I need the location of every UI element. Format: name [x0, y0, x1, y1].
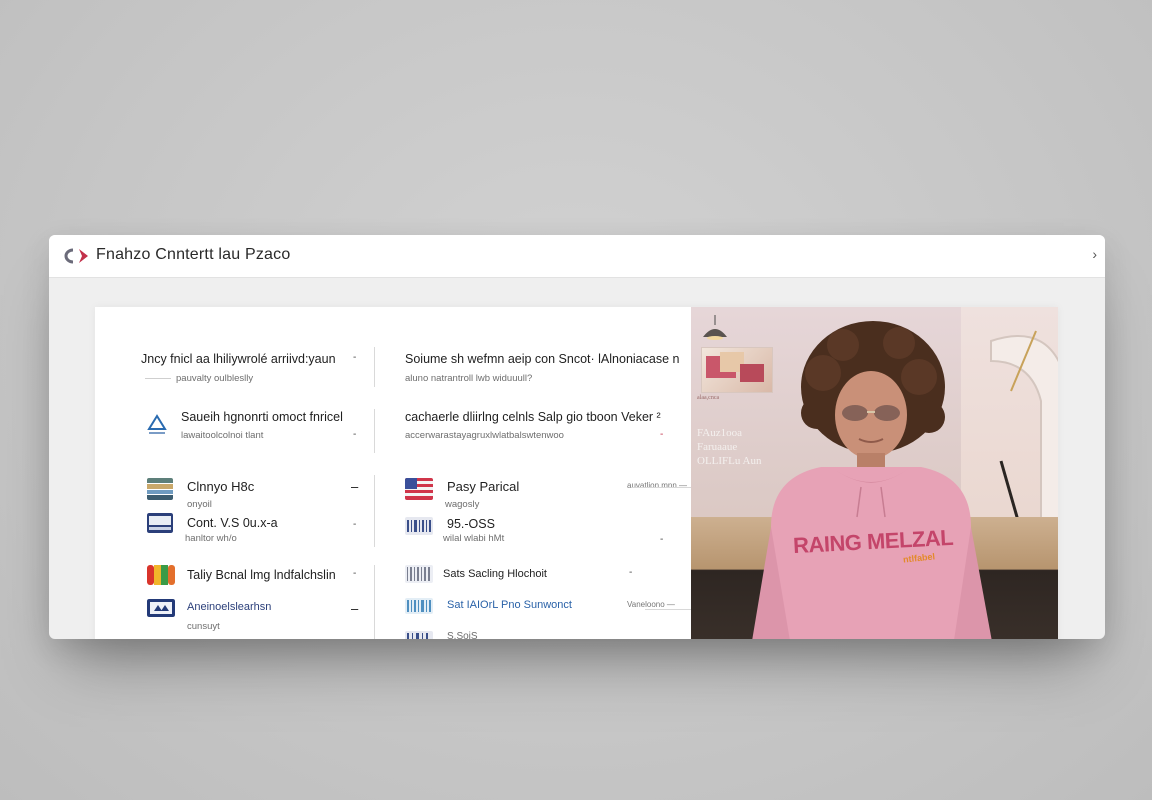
chevron-right-icon[interactable]: › — [1092, 246, 1097, 262]
list-item-mark: - — [353, 429, 357, 440]
list-item-mark: - — [353, 519, 357, 530]
title-bar: Fnahzo Cnntertt lau Pzaco › — [49, 235, 1105, 278]
list-item-title: Jncy fnicl aa lhiliywrolé arriivd:yaun — [141, 352, 336, 366]
list-item-subtitle: wilal wlabi hMt — [443, 533, 505, 544]
promo-image[interactable]: alaa,cnca FAuz1ooa Faruaaue OLLIFLu Aun — [691, 307, 1058, 639]
brand-logo-icon — [64, 248, 88, 264]
list-item-mark: - — [629, 567, 633, 578]
list-item-title: S.SoiS — [447, 631, 478, 639]
list-item-mark: – — [351, 479, 359, 494]
bank-card-icon — [147, 599, 175, 617]
list-item[interactable]: Sat IAIOrL Pno Sunwonct Vaneloono — — [375, 595, 691, 623]
list-item-title: Cont. V.S 0u.x-a — [187, 516, 278, 530]
list-item[interactable]: Jncy fnicl aa lhiliywrolé arriivd:yaun p… — [95, 307, 375, 384]
barcode-icon — [405, 517, 433, 535]
list-item[interactable]: S.SoiS — [375, 625, 691, 639]
lamp-icon — [703, 315, 727, 340]
list-item-title: Pasy Parical — [447, 479, 520, 494]
list-item[interactable]: Saueih hgnonrti omoct fnricel lawaitoolc… — [95, 397, 375, 447]
list-item-title: Soiume sh wefmn aeip con Sncot· lAlnonia… — [405, 352, 680, 366]
model-photo — [752, 321, 992, 639]
window-title: Fnahzo Cnntertt lau Pzaco — [96, 246, 291, 263]
barcode-icon — [405, 598, 433, 614]
divider — [645, 609, 691, 610]
list-item[interactable]: cachaerle dliirlng celnls Salp gio tboon… — [375, 397, 691, 447]
list-item-subtitle: pauvalty oulbleslly — [176, 373, 254, 384]
list-item-title: Aneinoelslearhsn — [187, 601, 272, 613]
list-item-title: Taliy Bcnal lmg lndfalchslin — [187, 568, 336, 582]
flag-icon — [405, 478, 433, 500]
list-item-title: Sats Sacling Hlochoit — [443, 568, 547, 580]
list-item-title: cachaerle dliirlng celnls Salp gio tboon… — [405, 410, 661, 424]
list-item-title: Clnnyo H8c — [187, 479, 255, 494]
list-item-mark: - — [353, 352, 357, 363]
list-item[interactable]: Sats Sacling Hlochoit - — [375, 563, 691, 593]
list-item[interactable]: Clnnyo H8c onyoil – — [95, 475, 375, 511]
list-item-mark: Vaneloono — — [627, 600, 675, 609]
delta-icon — [147, 414, 167, 434]
list-item[interactable]: Soiume sh wefmn aeip con Sncot· lAlnonia… — [375, 307, 691, 387]
list-item-title: Sat IAIOrL Pno Sunwonct — [447, 599, 572, 611]
left-column: Jncy fnicl aa lhiliywrolé arriivd:yaun p… — [95, 307, 375, 639]
divider — [631, 487, 691, 488]
app-window: Fnahzo Cnntertt lau Pzaco › Jncy fnicl a… — [49, 235, 1105, 639]
content-panel: Jncy fnicl aa lhiliywrolé arriivd:yaun p… — [95, 307, 1058, 639]
list-item-title: Saueih hgnonrti omoct fnricel — [181, 410, 343, 424]
list-item-subtitle: lawaitoolcolnoi tlant — [181, 430, 264, 441]
card-icon — [147, 513, 173, 533]
list-item-mark: - — [660, 534, 664, 545]
rainbow-icon — [147, 565, 175, 585]
list-item-title: 95.-OSS — [447, 517, 495, 531]
list-item-mark: auvatlion mnn — — [627, 481, 688, 490]
list-item-subtitle: aluno natrantroll lwb widuuull? — [405, 373, 533, 384]
barcode-icon — [405, 565, 433, 583]
list-item-mark: - — [353, 568, 357, 579]
right-column: Soiume sh wefmn aeip con Sncot· lAlnonia… — [375, 307, 691, 639]
book-stack-icon — [147, 478, 173, 500]
list-item-subtitle: onyoil — [187, 499, 212, 510]
divider — [145, 378, 171, 379]
barcode-icon — [405, 631, 433, 639]
list-item-mark: – — [351, 601, 359, 616]
list-item[interactable]: Aneinoelslearhsn cunsuyt – — [95, 597, 375, 637]
promo-side-text: alaa,cnca — [697, 395, 720, 401]
list-item-subtitle: cunsuyt — [187, 621, 220, 632]
list-item[interactable]: Taliy Bcnal lmg lndfalchslin - — [95, 563, 375, 593]
list-item-subtitle: hanltor wh/o — [185, 533, 237, 544]
list-item[interactable]: Cont. V.S 0u.x-a hanltor wh/o - — [95, 511, 375, 547]
list-item-subtitle: wagosly — [445, 499, 480, 510]
list-item[interactable]: Pasy Parical wagosly auvatlion mnn — — [375, 475, 691, 511]
list-item-mark: - — [660, 429, 664, 440]
list-item-subtitle: accerwarastayagruxlwlatbalswtenwoo — [405, 430, 564, 441]
list-item[interactable]: 95.-OSS wilal wlabi hMt - — [375, 511, 691, 547]
